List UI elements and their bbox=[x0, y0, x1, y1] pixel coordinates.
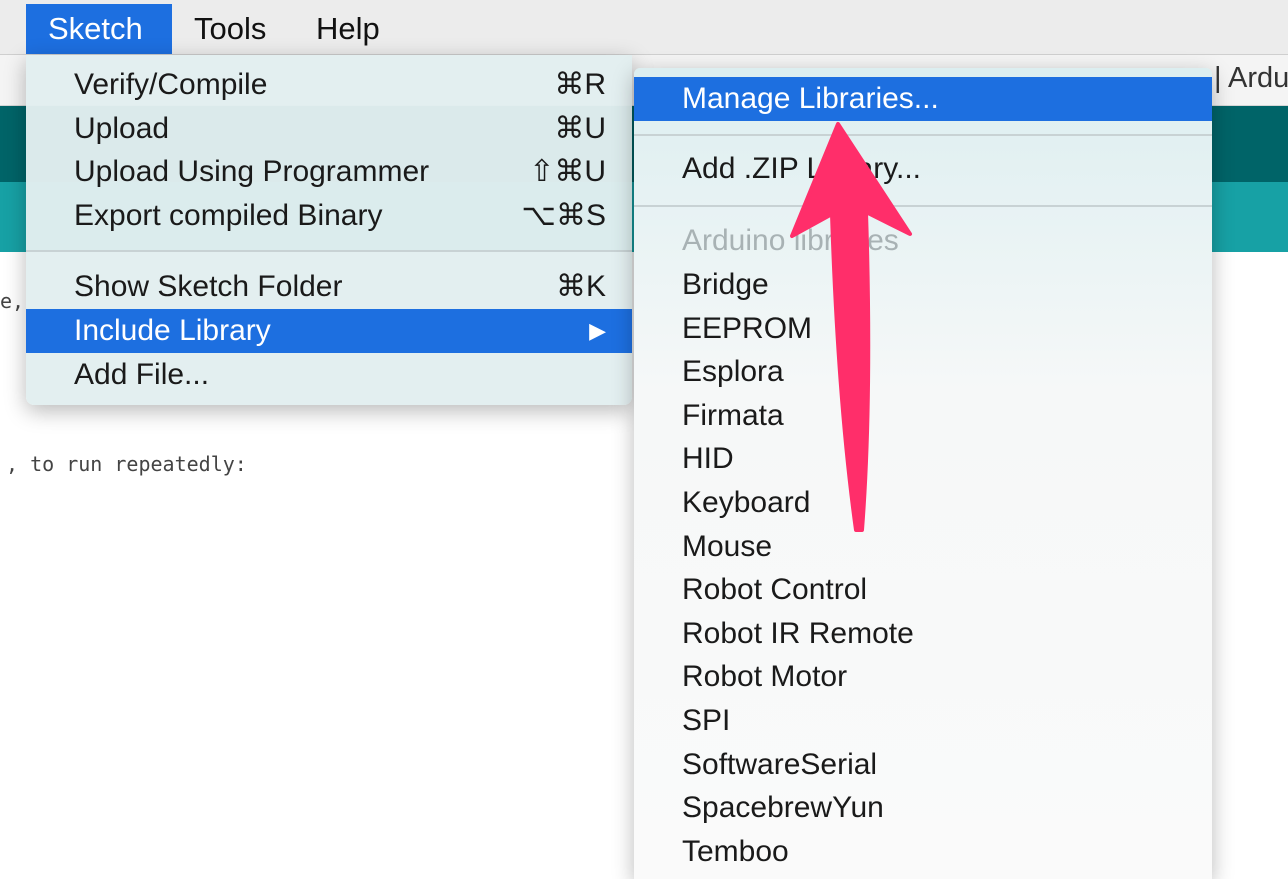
library-item[interactable]: SPI bbox=[634, 699, 1212, 743]
menu-item-label: Upload bbox=[74, 112, 170, 145]
menu-item-label: Manage Libraries... bbox=[682, 82, 939, 115]
library-item[interactable]: SpacebrewYun bbox=[634, 786, 1212, 830]
library-item-label: Mouse bbox=[682, 529, 773, 563]
section-header: Arduino libraries bbox=[634, 219, 1212, 263]
section-header-label: Arduino libraries bbox=[682, 224, 899, 257]
library-item-label: Firmata bbox=[682, 398, 784, 432]
library-item[interactable]: Mouse bbox=[634, 525, 1212, 569]
library-item-label: Robot Motor bbox=[682, 660, 848, 694]
library-item-label: Robot Control bbox=[682, 573, 868, 607]
menu-tools[interactable]: Tools bbox=[172, 4, 288, 54]
shortcut-label: ⌥⌘S bbox=[521, 199, 606, 232]
library-item[interactable]: Robot IR Remote bbox=[634, 612, 1212, 656]
library-item[interactable]: Esplora bbox=[634, 350, 1212, 394]
menu-item-label: Upload Using Programmer bbox=[74, 155, 430, 188]
menu-item-label: Add .ZIP Library... bbox=[682, 152, 921, 185]
menu-item-manage-libraries[interactable]: Manage Libraries... bbox=[634, 77, 1212, 121]
library-item-label: Esplora bbox=[682, 355, 784, 389]
window-title: | Ardu bbox=[1214, 62, 1288, 94]
library-item[interactable]: Bridge bbox=[634, 263, 1212, 307]
menu-item-show-folder[interactable]: Show Sketch Folder ⌘K bbox=[26, 265, 632, 309]
library-item-label: Keyboard bbox=[682, 486, 811, 519]
code-line: , to run repeatedly: bbox=[6, 452, 247, 476]
include-library-submenu: Manage Libraries... Add .ZIP Library... … bbox=[634, 68, 1212, 879]
menu-item-label: Add File... bbox=[74, 358, 210, 391]
library-item[interactable]: EEPROM bbox=[634, 307, 1212, 351]
menu-item-export-binary[interactable]: Export compiled Binary ⌥⌘S bbox=[26, 194, 632, 238]
library-item[interactable]: Robot Motor bbox=[634, 655, 1212, 699]
menu-item-add-file[interactable]: Add File... bbox=[26, 353, 632, 397]
library-item[interactable]: Keyboard bbox=[634, 481, 1212, 525]
menu-item-label: Export compiled Binary bbox=[74, 199, 383, 232]
shortcut-label: ⌘K bbox=[555, 270, 606, 303]
library-item-label: HID bbox=[682, 442, 734, 476]
library-item[interactable]: Firmata bbox=[634, 394, 1212, 438]
menu-item-verify[interactable]: Verify/Compile ⌘R bbox=[26, 63, 632, 107]
submenu-arrow-icon: ▶ bbox=[589, 318, 606, 343]
library-item-label: EEPROM bbox=[682, 311, 813, 345]
menu-item-label: Verify/Compile bbox=[74, 68, 268, 101]
menubar: Sketch Tools Help bbox=[0, 0, 1288, 55]
library-item[interactable]: Robot Control bbox=[634, 568, 1212, 612]
menu-separator bbox=[634, 205, 1212, 207]
menu-item-include-library[interactable]: Include Library ▶ bbox=[26, 309, 632, 353]
library-item-label: Bridge bbox=[682, 268, 769, 301]
menu-item-label: Show Sketch Folder bbox=[74, 270, 343, 303]
library-item[interactable]: Temboo bbox=[634, 830, 1212, 874]
library-item-label: Temboo bbox=[682, 834, 789, 868]
library-item[interactable]: HID bbox=[634, 437, 1212, 481]
code-line: e, bbox=[0, 289, 25, 313]
menu-separator bbox=[26, 250, 632, 252]
menu-item-upload[interactable]: Upload ⌘U bbox=[26, 107, 632, 151]
shortcut-label: ⌘R bbox=[554, 68, 606, 101]
menu-separator bbox=[634, 134, 1212, 136]
sketch-menu: Verify/Compile ⌘R Upload ⌘U Upload Using… bbox=[26, 55, 632, 405]
shortcut-label: ⇧⌘U bbox=[529, 155, 606, 188]
menu-item-upload-programmer[interactable]: Upload Using Programmer ⇧⌘U bbox=[26, 150, 632, 194]
menu-help[interactable]: Help bbox=[294, 4, 402, 54]
shortcut-label: ⌘U bbox=[554, 112, 606, 145]
menu-item-add-zip-library[interactable]: Add .ZIP Library... bbox=[634, 147, 1212, 191]
library-item[interactable]: SoftwareSerial bbox=[634, 743, 1212, 787]
library-item-label: Robot IR Remote bbox=[682, 616, 914, 650]
library-item-label: SpacebrewYun bbox=[682, 791, 884, 825]
library-item-label: SoftwareSerial bbox=[682, 747, 878, 781]
library-item-label: SPI bbox=[682, 704, 731, 737]
menu-sketch[interactable]: Sketch bbox=[26, 4, 172, 54]
menu-item-label: Include Library bbox=[74, 314, 271, 347]
